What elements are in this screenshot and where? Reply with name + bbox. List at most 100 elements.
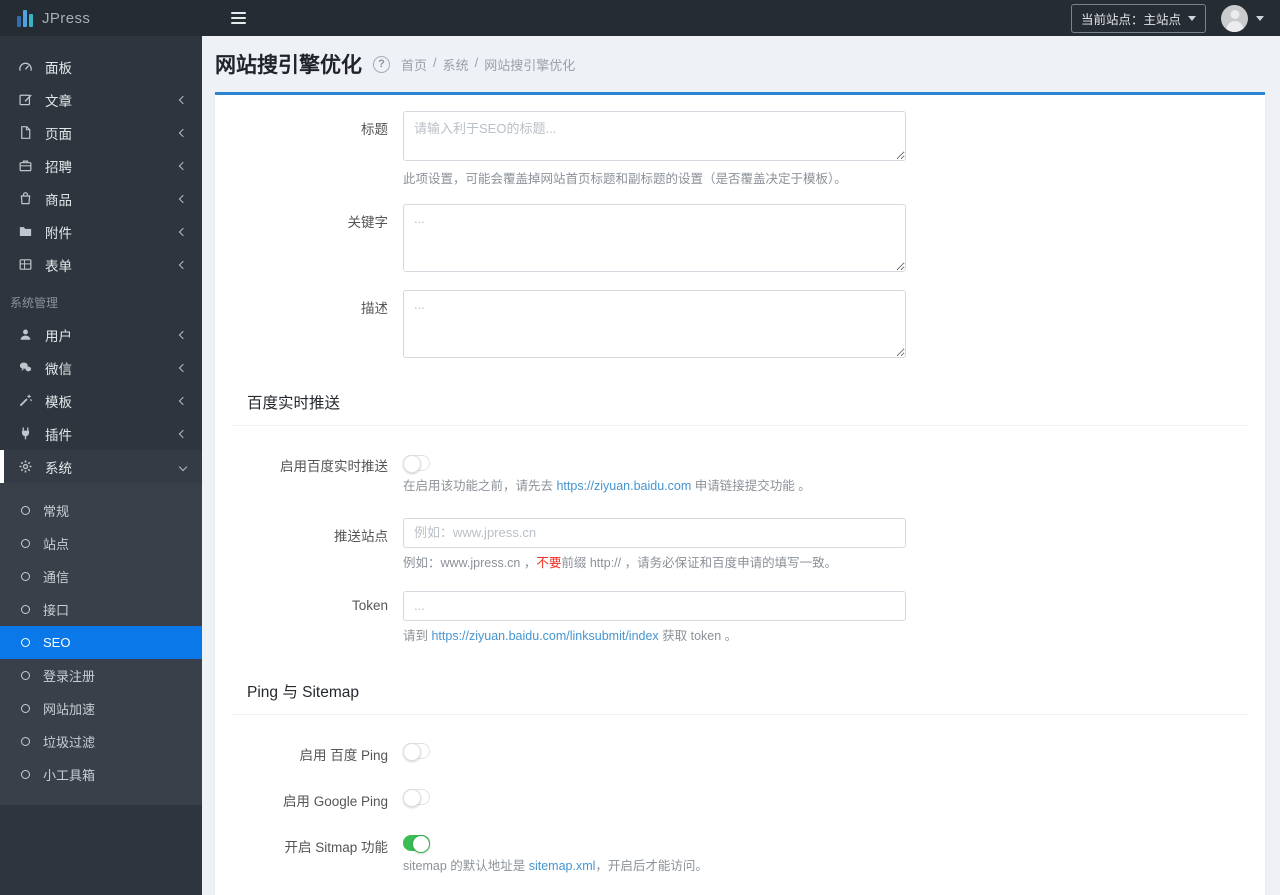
table-icon [18, 257, 45, 272]
linksubmit-link[interactable]: https://ziyuan.baidu.com/linksubmit/inde… [431, 629, 658, 643]
chevron-left-icon [178, 161, 188, 170]
sidebar-nav: 面板 文章 页面 招聘 商品 附件 表单 系统管理 用户 微信 模板 插件 系统… [0, 36, 202, 805]
baidu-push-help: 在启用该功能之前，请先去 https://ziyuan.baidu.com 申请… [403, 478, 811, 493]
breadcrumb: 首页 / 系统 / 网站搜引擎优化 [401, 55, 575, 74]
circle-icon [21, 539, 30, 548]
sitemap-help: sitemap 的默认地址是 sitemap.xml，开启后才能访问。 [403, 859, 708, 874]
push-site-field-row: 推送站点 例如：www.jpress.cn ，不要前缀 http:// ，请务必… [231, 517, 1249, 573]
brand-name: JPress [42, 9, 91, 27]
system-submenu: 常规 站点 通信 接口 SEO 登录注册 网站加速 垃圾过滤 小工具箱 [0, 483, 202, 805]
user-menu-button[interactable] [1221, 4, 1264, 32]
submenu-item-general[interactable]: 常规 [0, 494, 202, 527]
sidebar-item-label: 面板 [45, 60, 72, 76]
submenu-item-label: SEO [43, 635, 71, 650]
keywords-textarea[interactable] [403, 204, 906, 272]
breadcrumb-home[interactable]: 首页 [401, 55, 427, 74]
sidebar-item-system[interactable]: 系统 [0, 450, 202, 483]
edit-icon [18, 92, 45, 107]
push-site-label: 推送站点 [334, 528, 388, 544]
keywords-field-row: 关键字 [231, 204, 1249, 275]
submenu-item-seo[interactable]: SEO [0, 626, 202, 659]
submenu-item-communication[interactable]: 通信 [0, 560, 202, 593]
circle-icon [21, 638, 30, 647]
sidebar-item-plugins[interactable]: 插件 [0, 417, 202, 450]
circle-icon [21, 572, 30, 581]
submenu-item-label: 小工具箱 [43, 768, 96, 783]
sidebar-item-pages[interactable]: 页面 [0, 116, 202, 149]
sidebar-item-users[interactable]: 用户 [0, 318, 202, 351]
submenu-item-toolbox[interactable]: 小工具箱 [0, 758, 202, 791]
chevron-left-icon [178, 429, 188, 438]
sitemap-toggle[interactable] [403, 835, 430, 854]
sidebar-item-dashboard[interactable]: 面板 [0, 50, 202, 83]
token-input[interactable] [403, 590, 906, 621]
circle-icon [21, 704, 30, 713]
push-site-input[interactable] [403, 517, 906, 548]
sidebar-item-label: 页面 [45, 126, 72, 142]
sidebar-item-label: 插件 [45, 427, 72, 443]
google-ping-toggle[interactable] [403, 789, 430, 808]
description-field-row: 描述 [231, 290, 1249, 361]
submenu-item-spam-filter[interactable]: 垃圾过滤 [0, 725, 202, 758]
circle-icon [21, 605, 30, 614]
token-field-row: Token 请到 https://ziyuan.baidu.com/linksu… [231, 590, 1249, 646]
breadcrumb-separator: / [474, 54, 479, 70]
submenu-item-api[interactable]: 接口 [0, 593, 202, 626]
sidebar-item-recruit[interactable]: 招聘 [0, 149, 202, 182]
description-textarea[interactable] [403, 290, 906, 358]
title-field-row: 标题 此项设置，可能会覆盖掉网站首页标题和副标题的设置（是否覆盖决定于模板）。 [231, 111, 1249, 189]
token-help: 请到 https://ziyuan.baidu.com/linksubmit/i… [403, 628, 738, 643]
sidebar-item-label: 表单 [45, 258, 72, 274]
sitemap-row: 开启 Sitmap 功能 sitemap 的默认地址是 sitemap.xml，… [231, 835, 1249, 877]
shopping-bag-icon [18, 191, 45, 206]
sidebar-item-label: 文章 [45, 93, 72, 109]
breadcrumb-system[interactable]: 系统 [443, 55, 469, 74]
submenu-item-login-register[interactable]: 登录注册 [0, 659, 202, 692]
sidebar-item-products[interactable]: 商品 [0, 182, 202, 215]
sidebar-item-label: 附件 [45, 225, 72, 241]
submenu-item-label: 接口 [43, 603, 70, 618]
sidebar-item-label: 系统 [45, 460, 72, 476]
sidebar-item-wechat[interactable]: 微信 [0, 351, 202, 384]
sidebar-item-attachments[interactable]: 附件 [0, 215, 202, 248]
title-textarea[interactable] [403, 111, 906, 161]
avatar [1221, 4, 1248, 32]
push-site-help: 例如：www.jpress.cn ，不要前缀 http:// ，请务必保证和百度… [403, 555, 838, 570]
baidu-ping-toggle[interactable] [403, 743, 430, 762]
sidebar-item-label: 招聘 [45, 159, 72, 175]
sidebar-item-articles[interactable]: 文章 [0, 83, 202, 116]
user-icon [18, 327, 45, 342]
title-help: 此项设置，可能会覆盖掉网站首页标题和副标题的设置（是否覆盖决定于模板）。 [403, 172, 847, 186]
submenu-item-site-speed[interactable]: 网站加速 [0, 692, 202, 725]
description-label: 描述 [361, 301, 388, 316]
ping-sitemap-section-heading: Ping 与 Sitemap [231, 680, 1249, 715]
chevron-left-icon [178, 227, 188, 236]
baidu-push-toggle[interactable] [403, 454, 430, 473]
baidu-ziyuan-link[interactable]: https://ziyuan.baidu.com [556, 479, 691, 493]
chevron-left-icon [178, 95, 188, 104]
jpress-bars-icon [17, 9, 33, 27]
sitemap-label: 开启 Sitmap 功能 [284, 839, 388, 855]
magic-wand-icon [18, 393, 45, 408]
submenu-item-label: 垃圾过滤 [43, 735, 96, 750]
help-icon[interactable]: ? [373, 55, 390, 73]
baidu-push-toggle-row: 启用百度实时推送 在启用该功能之前，请先去 https://ziyuan.bai… [231, 454, 1249, 496]
sidebar-item-templates[interactable]: 模板 [0, 384, 202, 417]
baidu-push-label: 启用百度实时推送 [280, 459, 388, 474]
sidebar-item-label: 模板 [45, 394, 72, 410]
caret-down-icon [1256, 15, 1264, 21]
baidu-ping-row: 启用 百度 Ping [231, 743, 1249, 764]
sitemap-xml-link[interactable]: sitemap.xml [529, 859, 596, 873]
chevron-left-icon [178, 194, 188, 203]
gear-icon [18, 459, 45, 474]
brand-logo[interactable]: JPress [0, 0, 202, 36]
sidebar-item-forms[interactable]: 表单 [0, 248, 202, 281]
folder-icon [18, 224, 45, 239]
chevron-left-icon [178, 260, 188, 269]
site-selector-button[interactable]: 当前站点：主站点 [1070, 3, 1206, 33]
section-title: 百度实时推送 [247, 395, 341, 412]
sidebar-section-label: 系统管理 [10, 296, 59, 310]
sidebar-toggle-button[interactable] [229, 8, 248, 28]
submenu-item-label: 通信 [43, 570, 70, 585]
submenu-item-sites[interactable]: 站点 [0, 527, 202, 560]
